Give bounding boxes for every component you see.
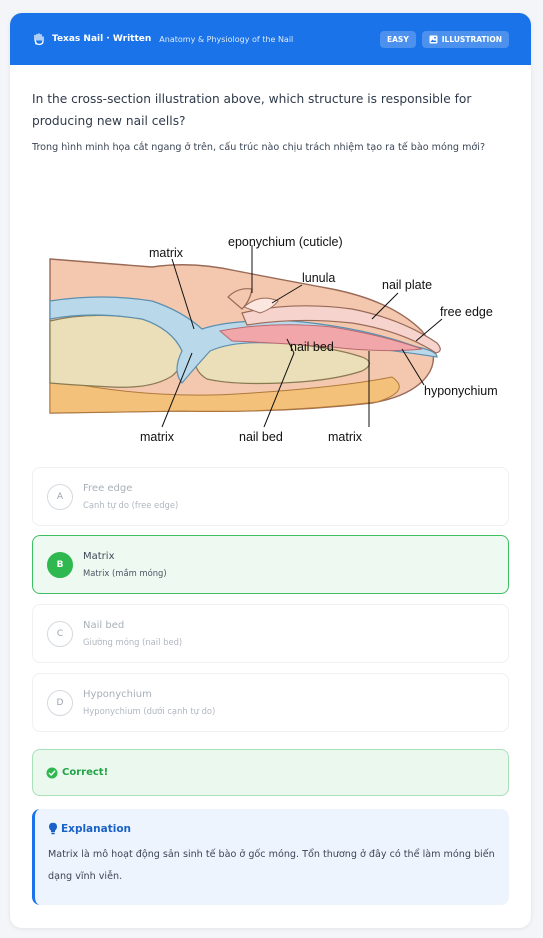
type-badge: ILLUSTRATION [421, 30, 509, 48]
nail-cross-section-illustration: matrix eponychium (cuticle) lunula nail … [32, 201, 510, 463]
label-matrix-top: matrix [149, 246, 184, 260]
topic-label: Anatomy & Physiology of the Nail [159, 34, 294, 44]
nail-diagram: matrix eponychium (cuticle) lunula nail … [49, 235, 498, 444]
option-label: Matrix [83, 550, 115, 562]
label-hyponychium: hyponychium [424, 384, 498, 398]
option-label: Nail bed [83, 619, 125, 631]
label-eponychium: eponychium (cuticle) [228, 235, 343, 249]
app-brand: Texas Nail · Written [52, 34, 152, 44]
result-text: Correct! [62, 767, 109, 778]
explanation-title-row: Explanation [48, 822, 497, 835]
label-nail-bed-inner: nail bed [290, 340, 334, 354]
answer-option-a[interactable]: A Free edge Cạnh tự do (free edge) [32, 467, 509, 526]
option-label: Hyponychium [83, 688, 152, 700]
answer-option-c[interactable]: C Nail bed Giường móng (nail bed) [32, 604, 509, 663]
image-icon [429, 35, 438, 44]
answer-option-d[interactable]: D Hyponychium Hyponychium (dưới cạnh tự … [32, 673, 509, 732]
difficulty-badge: EASY [379, 30, 416, 48]
result-banner: Correct! [32, 749, 509, 796]
hand-icon [32, 32, 46, 46]
label-free-edge: free edge [440, 305, 493, 319]
option-letter: D [47, 689, 73, 716]
question-card: Texas Nail · Written Anatomy & Physiolog… [10, 13, 531, 928]
explanation-panel: Explanation Matrix là mô hoạt động sản s… [32, 809, 509, 905]
label-lunula: lunula [302, 271, 335, 285]
option-letter: C [47, 620, 73, 647]
option-translation: Giường móng (nail bed) [83, 636, 183, 647]
option-translation: Hyponychium (dưới cạnh tự do) [83, 705, 216, 716]
option-translation: Matrix (mầm móng) [83, 567, 167, 578]
option-translation: Cạnh tự do (free edge) [83, 499, 179, 510]
option-letter: B [47, 551, 73, 578]
option-letter: A [47, 483, 73, 510]
question-text: In the cross-section illustration above,… [32, 92, 472, 128]
type-badge-label: ILLUSTRATION [441, 34, 502, 44]
label-matrix-bottom-right: matrix [328, 430, 363, 444]
label-nail-bed-bottom: nail bed [239, 430, 283, 444]
option-label: Free edge [83, 482, 133, 494]
label-matrix-bottom-left: matrix [140, 430, 175, 444]
check-circle-icon [46, 767, 58, 779]
answer-option-b[interactable]: B Matrix Matrix (mầm móng) [32, 535, 509, 594]
explanation-body: Matrix là mô hoạt động sản sinh tế bào ở… [48, 849, 495, 882]
lightbulb-icon [48, 822, 58, 835]
quiz-header: Texas Nail · Written Anatomy & Physiolog… [10, 13, 531, 65]
explanation-title: Explanation [61, 822, 132, 835]
label-nail-plate: nail plate [382, 278, 432, 292]
question-text-vietnamese: Trong hình minh họa cắt ngang ở trên, cấ… [32, 142, 486, 153]
